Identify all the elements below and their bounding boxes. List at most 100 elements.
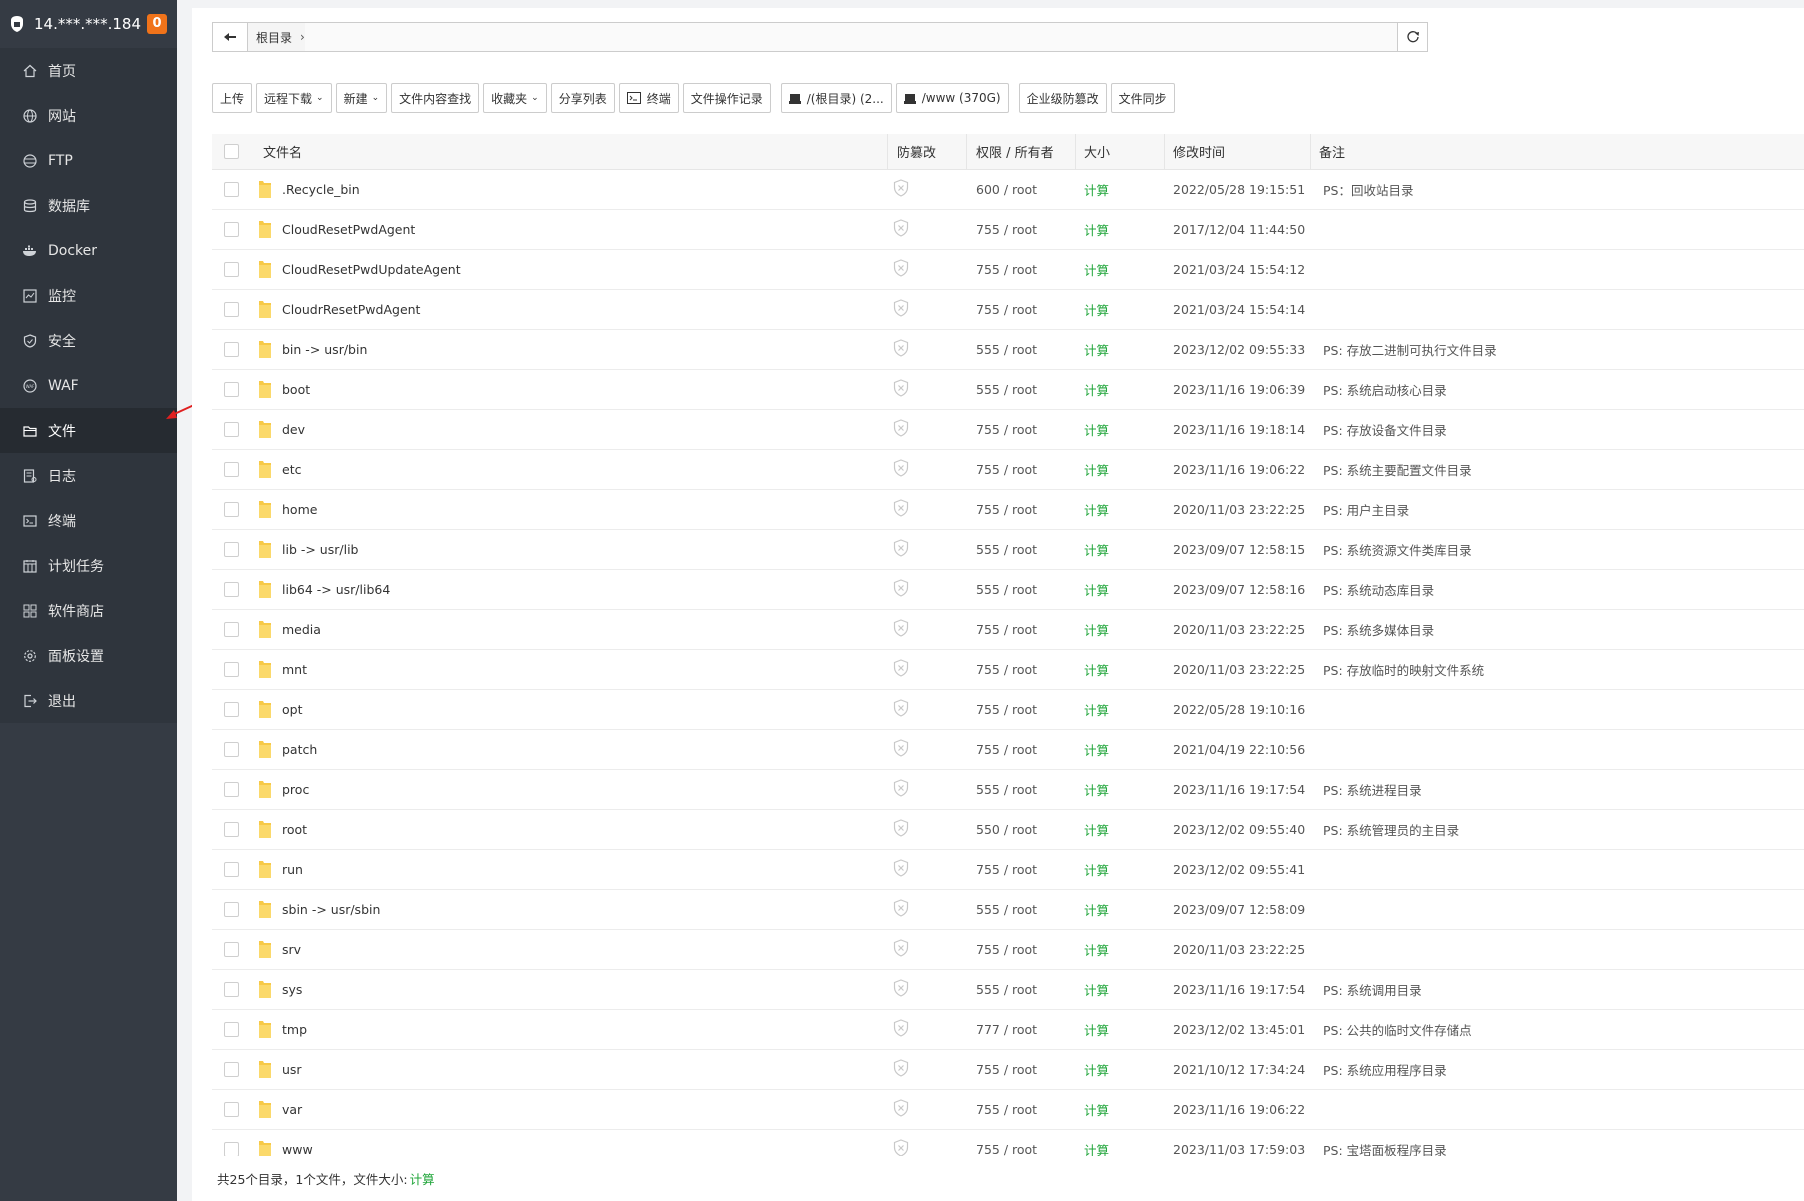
note[interactable]	[1311, 862, 1323, 877]
sidebar-item[interactable]: WAF WAF	[0, 363, 177, 408]
table-row[interactable]: sys 555 / root 计算 2023/11/16 19:17:54 PS: 系统…	[212, 969, 1804, 1010]
note[interactable]: PS: 系统启动核心目录	[1311, 383, 1447, 398]
file-name[interactable]: sys	[282, 982, 302, 997]
breadcrumb-root[interactable]: 根目录	[256, 29, 292, 46]
tamper-shield-icon[interactable]	[888, 498, 909, 520]
tamper-shield-icon[interactable]	[888, 578, 909, 600]
tamper-shield-icon[interactable]	[888, 658, 909, 680]
perm-owner[interactable]: 555 / root	[967, 382, 1037, 397]
perm-owner[interactable]: 755 / root	[967, 262, 1037, 277]
tamper-shield-icon[interactable]	[888, 458, 909, 480]
size-calc-link[interactable]: 计算	[1076, 1023, 1109, 1038]
row-checkbox[interactable]	[224, 341, 239, 357]
size-calc-link[interactable]: 计算	[1076, 823, 1109, 838]
table-row[interactable]: var 755 / root 计算 2023/11/16 19:06:22	[212, 1089, 1804, 1130]
row-checkbox[interactable]	[224, 1021, 239, 1037]
name-cell[interactable]: usr	[252, 1049, 888, 1090]
table-row[interactable]: boot 555 / root 计算 2023/11/16 19:06:39 PS: 系…	[212, 369, 1804, 410]
size-calc-link[interactable]: 计算	[1076, 343, 1109, 358]
sidebar-item[interactable]: 安全	[0, 318, 177, 363]
name-cell[interactable]: media	[252, 609, 888, 650]
perm-owner[interactable]: 755 / root	[967, 502, 1037, 517]
perm-owner[interactable]: 755 / root	[967, 302, 1037, 317]
sidebar-item[interactable]: 监控	[0, 273, 177, 318]
name-cell[interactable]: lib -> usr/lib	[252, 529, 888, 570]
size-calc-link[interactable]: 计算	[1076, 223, 1109, 238]
file-name[interactable]: run	[282, 862, 303, 877]
note[interactable]: PS: 存放设备文件目录	[1311, 423, 1447, 438]
size-calc-link[interactable]: 计算	[1076, 263, 1109, 278]
row-checkbox[interactable]	[224, 301, 239, 317]
perm-owner[interactable]: 755 / root	[967, 942, 1037, 957]
row-checkbox[interactable]	[224, 261, 239, 277]
perm-owner[interactable]: 755 / root	[967, 1102, 1037, 1117]
disk-www-button[interactable]: /www (370G)	[895, 83, 1009, 113]
perm-owner[interactable]: 755 / root	[967, 462, 1037, 477]
perm-owner[interactable]: 777 / root	[967, 1022, 1037, 1037]
size-calc-link[interactable]: 计算	[1076, 383, 1109, 398]
perm-owner[interactable]: 555 / root	[967, 902, 1037, 917]
path-input[interactable]	[305, 23, 1397, 51]
row-checkbox[interactable]	[224, 1141, 239, 1156]
table-row[interactable]: lib64 -> usr/lib64 555 / root 计算 2023/09/07…	[212, 569, 1804, 610]
name-cell[interactable]: var	[252, 1089, 888, 1130]
name-cell[interactable]: etc	[252, 449, 888, 490]
tamper-shield-icon[interactable]	[888, 538, 909, 560]
note[interactable]: PS: 系统资源文件类库目录	[1311, 543, 1472, 558]
file-name[interactable]: usr	[282, 1062, 302, 1077]
table-row[interactable]: usr 755 / root 计算 2021/10/12 17:34:24 PS: 系统…	[212, 1049, 1804, 1090]
perm-owner[interactable]: 755 / root	[967, 702, 1037, 717]
refresh-button[interactable]	[1397, 23, 1427, 51]
remote-download-button[interactable]: 远程下载 ⌄	[256, 83, 332, 113]
name-cell[interactable]: CloudrResetPwdAgent	[252, 289, 888, 330]
row-checkbox[interactable]	[224, 541, 239, 557]
tamper-shield-icon[interactable]	[888, 938, 909, 960]
table-row[interactable]: www 755 / root 计算 2023/11/03 17:59:03 PS: 宝塔…	[212, 1129, 1804, 1156]
sidebar-item[interactable]: 数据库	[0, 183, 177, 228]
size-calc-link[interactable]: 计算	[1076, 983, 1109, 998]
table-row[interactable]: CloudrResetPwdAgent 755 / root 计算 2021/03/2…	[212, 289, 1804, 330]
row-checkbox[interactable]	[224, 381, 239, 397]
file-name[interactable]: opt	[282, 702, 302, 717]
share-list-button[interactable]: 分享列表	[550, 83, 615, 113]
table-row[interactable]: root 550 / root 计算 2023/12/02 09:55:40 PS: 系…	[212, 809, 1804, 850]
table-row[interactable]: lib -> usr/lib 555 / root 计算 2023/09/07 12:…	[212, 529, 1804, 570]
size-calc-link[interactable]: 计算	[1076, 423, 1109, 438]
perm-owner[interactable]: 755 / root	[967, 1062, 1037, 1077]
tamper-shield-icon[interactable]	[888, 378, 909, 400]
tamper-shield-icon[interactable]	[888, 1058, 909, 1080]
size-calc-link[interactable]: 计算	[1076, 863, 1109, 878]
tamper-shield-icon[interactable]	[888, 258, 909, 280]
perm-owner[interactable]: 755 / root	[967, 1142, 1037, 1157]
row-checkbox[interactable]	[224, 861, 239, 877]
size-calc-link[interactable]: 计算	[1076, 663, 1109, 678]
note[interactable]	[1311, 702, 1323, 717]
sidebar-item[interactable]: 文件	[0, 408, 177, 453]
tamper-shield-icon[interactable]	[888, 418, 909, 440]
perm-owner[interactable]: 555 / root	[967, 342, 1037, 357]
note[interactable]: PS: 系统主要配置文件目录	[1311, 463, 1472, 478]
note[interactable]: PS: 系统动态库目录	[1311, 583, 1434, 598]
tamper-shield-icon[interactable]	[888, 178, 909, 200]
tamper-shield-icon[interactable]	[888, 298, 909, 320]
note[interactable]: PS: 用户主目录	[1311, 503, 1409, 518]
size-calc-link[interactable]: 计算	[1076, 943, 1109, 958]
size-calc-link[interactable]: 计算	[1076, 1143, 1109, 1157]
table-row[interactable]: sbin -> usr/sbin 555 / root 计算 2023/09/07 1…	[212, 889, 1804, 930]
select-all-checkbox[interactable]	[224, 143, 239, 159]
name-cell[interactable]: sbin -> usr/sbin	[252, 889, 888, 930]
row-checkbox[interactable]	[224, 741, 239, 757]
sidebar-item[interactable]: Docker	[0, 228, 177, 273]
disk-root-button[interactable]: /(根目录) (2...	[780, 83, 892, 113]
size-calc-link[interactable]: 计算	[1076, 303, 1109, 318]
perm-owner[interactable]: 755 / root	[967, 622, 1037, 637]
note[interactable]	[1311, 262, 1323, 277]
file-name[interactable]: www	[282, 1142, 313, 1157]
table-row[interactable]: CloudResetPwdAgent 755 / root 计算 2017/12/04…	[212, 209, 1804, 250]
table-row[interactable]: home 755 / root 计算 2020/11/03 23:22:25 PS: 用…	[212, 489, 1804, 530]
perm-owner[interactable]: 555 / root	[967, 542, 1037, 557]
perm-owner[interactable]: 755 / root	[967, 662, 1037, 677]
name-cell[interactable]: run	[252, 849, 888, 890]
file-name[interactable]: proc	[282, 782, 309, 797]
perm-owner[interactable]: 600 / root	[967, 182, 1037, 197]
